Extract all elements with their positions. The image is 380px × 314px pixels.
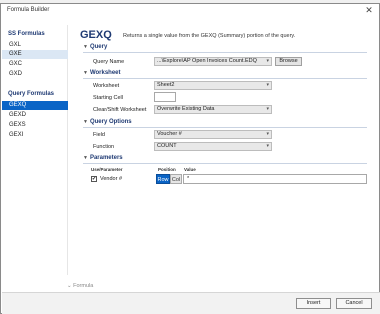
insert-button[interactable]: Insert (296, 298, 331, 309)
vendor-parameter-label: Vendor # (100, 176, 123, 182)
field-value: Voucher # (157, 131, 182, 137)
section-parameters-title: Parameters (89, 155, 123, 161)
dropdown-arrow-icon: ▾ (266, 131, 269, 137)
sidebar-item-gxc[interactable]: GXC (2, 60, 68, 69)
chevron-down-icon: ▼ (83, 44, 88, 50)
chevron-down-icon: ▼ (83, 70, 88, 76)
section-divider (83, 127, 367, 128)
function-label: Function (93, 144, 115, 150)
worksheet-value: Sheet2 (157, 82, 175, 88)
function-value: COUNT (157, 143, 177, 149)
query-name-select[interactable]: ...\Explore\AP Open Invoices Count.EDQ ▾ (154, 57, 272, 66)
col-header-position: Position (158, 167, 176, 172)
sidebar-item-gxd[interactable]: GXD (2, 70, 68, 79)
section-query-options[interactable]: ▼ Query Options (83, 119, 132, 125)
function-name-heading: GEXQ (80, 29, 112, 41)
query-name-label: Query Name (93, 59, 125, 65)
dropdown-arrow-icon: ▾ (266, 143, 269, 149)
sidebar-item-gexs[interactable]: GEXS (2, 121, 68, 130)
sidebar-group-query-formulas: Query Formulas (8, 91, 55, 97)
browse-button[interactable]: Browse (275, 57, 302, 66)
position-row-toggle[interactable]: Row (156, 174, 170, 184)
section-divider (83, 163, 367, 164)
field-label: Field (93, 132, 105, 138)
worksheet-select[interactable]: Sheet2 ▾ (154, 81, 272, 90)
position-col-toggle[interactable]: Col (170, 174, 182, 184)
sidebar-item-gxe[interactable]: GXE (2, 50, 68, 59)
clear-shift-value: Overwrite Existing Data (157, 106, 215, 112)
function-description: Returns a single value from the GEXQ (Su… (123, 33, 296, 39)
dropdown-arrow-icon: ▾ (266, 58, 269, 64)
section-divider (83, 52, 367, 53)
starting-cell-input[interactable] (154, 92, 176, 102)
section-worksheet-title: Worksheet (89, 70, 121, 76)
section-query-title: Query (89, 44, 108, 50)
sidebar-item-gxl[interactable]: GXL (2, 41, 68, 50)
chevron-down-icon: ⌄ (67, 283, 72, 289)
section-divider (83, 78, 367, 79)
title-bar: Formula Builder ✕ (1, 4, 379, 17)
function-select[interactable]: COUNT ▾ (154, 142, 272, 151)
dropdown-arrow-icon: ▾ (266, 82, 269, 88)
sidebar-item-gexq[interactable]: GEXQ (2, 101, 68, 110)
chevron-down-icon: ▼ (83, 119, 88, 125)
section-parameters[interactable]: ▼ Parameters (83, 155, 123, 161)
starting-cell-label: Starting Cell (93, 95, 123, 101)
sidebar-group-ss-formulas: SS Formulas (8, 31, 45, 37)
close-icon[interactable]: ✕ (363, 5, 375, 16)
formula-expander[interactable]: ⌄ Formula (67, 283, 93, 289)
formula-builder-dialog: Formula Builder ✕ SS Formulas GXL GXE GX… (0, 3, 380, 314)
worksheet-label: Worksheet (93, 83, 120, 89)
dropdown-arrow-icon: ▾ (266, 106, 269, 112)
dialog-footer: Insert Cancel (2, 293, 380, 314)
col-header-use-parameter: Use/Parameter (91, 167, 123, 172)
section-query[interactable]: ▼ Query (83, 44, 107, 50)
sidebar-item-gexi[interactable]: GEXI (2, 131, 68, 140)
chevron-down-icon: ▼ (83, 155, 88, 161)
section-query-options-title: Query Options (89, 119, 132, 125)
window-title: Formula Builder (7, 7, 50, 13)
formula-editor-panel: GEXQ Returns a single value from the GEX… (75, 25, 371, 275)
formula-label: Formula (73, 283, 94, 289)
field-select[interactable]: Voucher # ▾ (154, 130, 272, 139)
col-header-value: Value (184, 167, 196, 172)
formula-list-sidebar: SS Formulas GXL GXE GXC GXD Query Formul… (2, 25, 68, 275)
vendor-parameter-checkbox[interactable]: ✔ (91, 176, 97, 182)
vendor-parameter-value-input[interactable]: * (183, 174, 367, 184)
section-worksheet[interactable]: ▼ Worksheet (83, 70, 121, 76)
query-name-value: ...\Explore\AP Open Invoices Count.EDQ (157, 58, 257, 64)
cancel-button[interactable]: Cancel (336, 298, 372, 309)
clear-shift-label: Clear/Shift Worksheet (93, 107, 147, 113)
sidebar-item-gexd[interactable]: GEXD (2, 111, 68, 120)
clear-shift-select[interactable]: Overwrite Existing Data ▾ (154, 105, 272, 114)
